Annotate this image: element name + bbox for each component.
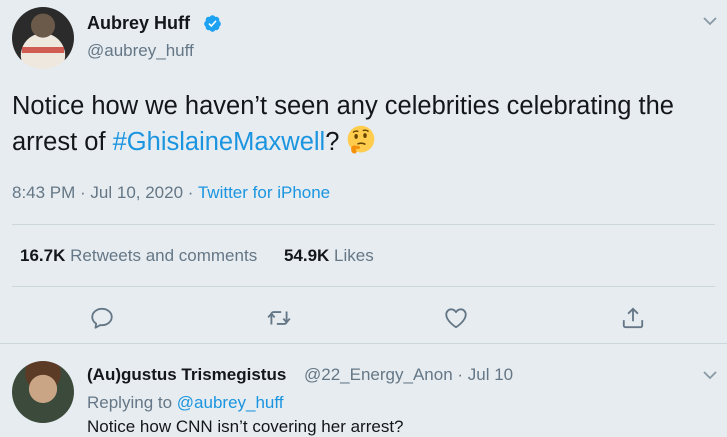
divider — [12, 224, 715, 225]
chevron-down-icon[interactable] — [703, 16, 717, 26]
verified-badge-icon — [204, 15, 221, 32]
reply-avatar[interactable] — [12, 361, 74, 423]
replying-to-link[interactable]: @aubrey_huff — [177, 393, 284, 412]
replying-prefix: Replying to — [87, 393, 177, 412]
retweets-stat[interactable]: 16.7K Retweets and comments — [20, 246, 257, 265]
source-link[interactable]: Twitter for iPhone — [198, 183, 330, 202]
reply-author-name[interactable]: (Au)gustus Trismegistus — [87, 365, 286, 385]
like-icon[interactable] — [443, 305, 469, 331]
hashtag-link[interactable]: #GhislaineMaxwell — [113, 128, 326, 156]
chevron-down-icon[interactable] — [703, 370, 717, 380]
reply-text: Notice how CNN isn’t covering her arrest… — [87, 417, 404, 436]
likes-stat[interactable]: 54.9K Likes — [284, 246, 374, 265]
replying-to: Replying to @aubrey_huff — [87, 393, 284, 413]
share-icon[interactable] — [620, 305, 646, 331]
tweet-metadata: 8:43 PM · Jul 10, 2020 · Twitter for iPh… — [12, 183, 330, 203]
tweet-text-after: ? — [325, 128, 340, 156]
avatar[interactable] — [12, 7, 74, 69]
reply-tweet[interactable]: (Au)gustus Trismegistus @22_Energy_Anon … — [0, 343, 727, 436]
likes-count: 54.9K — [283, 246, 330, 265]
retweet-icon[interactable] — [266, 305, 292, 331]
reply-icon[interactable] — [89, 305, 115, 331]
retweets-count: 16.7K — [20, 246, 66, 265]
author-name[interactable]: Aubrey Huff — [87, 13, 190, 34]
tweet: Aubrey Huff @aubrey_huff Notice how we h… — [0, 0, 727, 343]
tweet-text-before: Notice how we haven’t seen any celebriti… — [12, 92, 674, 156]
thinking-face-icon — [348, 125, 375, 154]
tweet-timestamp[interactable]: 8:43 PM · Jul 10, 2020 · — [12, 183, 198, 202]
retweets-label: Retweets and comments — [70, 246, 258, 265]
tweet-text: Notice how we haven’t seen any celebriti… — [12, 88, 712, 160]
author-handle[interactable]: @aubrey_huff — [87, 41, 194, 61]
reply-handle-and-date[interactable]: @22_Energy_Anon · Jul 10 — [304, 365, 513, 385]
divider — [12, 286, 715, 287]
engagement-stats: 16.7K Retweets and comments 54.9K Likes — [20, 246, 374, 266]
likes-label: Likes — [334, 246, 374, 265]
